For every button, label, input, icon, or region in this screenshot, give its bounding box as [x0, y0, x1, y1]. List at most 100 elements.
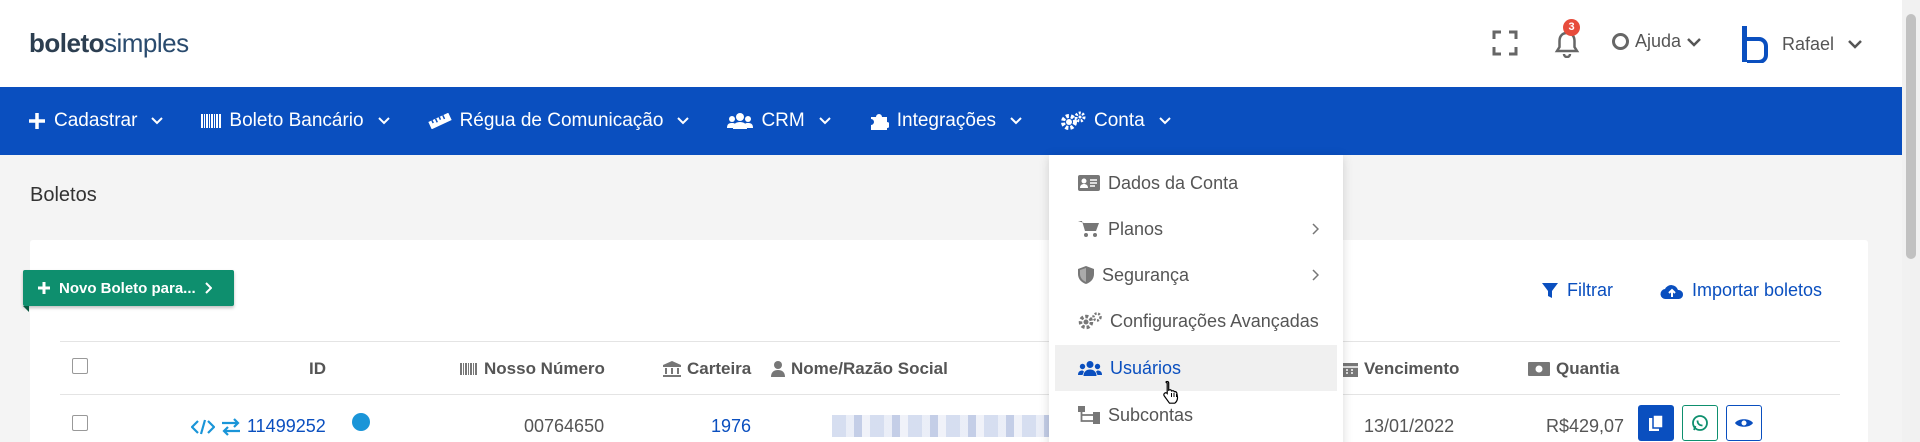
chevron-down-icon [377, 117, 390, 125]
conta-dropdown: Dados da Conta Planos Segurança Configur… [1049, 155, 1343, 442]
row-id[interactable]: 11499252 [247, 416, 326, 437]
th-nosso-numero[interactable]: Nosso Número [460, 359, 605, 379]
calendar-icon [1342, 363, 1358, 377]
th-label: Quantia [1556, 359, 1620, 378]
th-label: Carteira [687, 359, 752, 378]
row-quantia: R$429,07 [1546, 416, 1625, 436]
th-carteira[interactable]: Carteira [663, 359, 751, 379]
whatsapp-button[interactable] [1682, 405, 1718, 441]
chevron-down-icon [1848, 40, 1862, 49]
view-button[interactable] [1726, 405, 1762, 441]
filter-icon [1542, 282, 1558, 298]
plus-icon [29, 113, 45, 129]
chevron-down-icon [151, 117, 164, 125]
import-label: Importar boletos [1692, 280, 1823, 300]
scrollbar-thumb[interactable] [1906, 14, 1916, 259]
id-card-icon [1078, 175, 1100, 191]
menu-item-config-avancadas[interactable]: Configurações Avançadas [1055, 298, 1337, 344]
th-label: Nome/Razão Social [791, 359, 948, 378]
menu-item-seguranca[interactable]: Segurança [1055, 252, 1337, 298]
nav-crm[interactable]: CRM [727, 110, 831, 132]
menu-item-usuarios[interactable]: Usuários [1055, 345, 1337, 391]
new-boleto-button[interactable]: Novo Boleto para... [23, 270, 234, 312]
import-button[interactable]: Importar boletos [1660, 280, 1822, 301]
users-icon [1078, 361, 1102, 376]
th-vencimento[interactable]: Vencimento [1342, 359, 1459, 379]
logo[interactable]: boletosimples [29, 28, 189, 59]
fullscreen-icon[interactable] [1492, 30, 1518, 56]
avatar [1742, 26, 1768, 63]
menu-item-label: Configurações Avançadas [1110, 310, 1319, 331]
chevron-right-icon [204, 282, 212, 294]
th-quantia[interactable]: Quantia [1528, 359, 1619, 379]
row-carteira[interactable]: 1976 [711, 416, 751, 437]
whatsapp-icon [1692, 415, 1708, 431]
ribbon-fold [23, 306, 29, 312]
nav-label: Régua de Comunicação [459, 110, 664, 131]
puzzle-icon [870, 114, 889, 130]
chevron-down-icon [819, 117, 831, 125]
logo-light: simples [104, 28, 189, 58]
user-menu[interactable]: Rafael [1740, 25, 1862, 63]
th-label: Vencimento [1364, 359, 1460, 378]
logo-bold: boleto [29, 28, 105, 58]
chevron-down-icon [1159, 117, 1171, 125]
help-menu[interactable]: Ajuda [1612, 31, 1701, 52]
menu-item-label: Dados da Conta [1108, 172, 1239, 193]
table-header: ID Nosso Número Carteira Nome/Razão Soci… [60, 341, 1840, 395]
row-vencimento: 13/01/2022 [1364, 416, 1455, 436]
users-icon [727, 113, 754, 129]
th-id[interactable]: ID [309, 359, 326, 379]
nav-label: Conta [1094, 110, 1145, 131]
nav-label: Integrações [896, 110, 997, 131]
th-nome[interactable]: Nome/Razão Social [771, 359, 948, 379]
money-icon [1528, 362, 1550, 376]
nav-regua[interactable]: Régua de Comunicação [427, 110, 690, 132]
chevron-down-icon [1010, 117, 1022, 125]
help-label: Ajuda [1635, 31, 1682, 51]
notification-badge: 3 [1563, 19, 1580, 36]
copy-button[interactable] [1638, 405, 1674, 441]
copy-icon [1649, 414, 1664, 431]
bank-icon [663, 361, 681, 377]
chevron-right-icon [1312, 223, 1319, 235]
filter-button[interactable]: Filtrar [1541, 280, 1613, 301]
plus-icon [38, 282, 50, 294]
nav-label: Cadastrar [54, 110, 138, 131]
top-header: boletosimples 3 Ajuda Rafael [0, 0, 1902, 87]
menu-item-subcontas[interactable]: Subcontas [1055, 392, 1337, 438]
new-boleto-label: Novo Boleto para... [59, 279, 196, 297]
sitemap-icon [1078, 406, 1100, 424]
th-label: Nosso Número [484, 359, 605, 378]
select-all-checkbox[interactable] [72, 358, 88, 374]
eye-icon [1735, 419, 1753, 427]
menu-item-planos[interactable]: Planos [1055, 206, 1337, 252]
row-nosso-numero: 00764650 [524, 416, 605, 436]
user-icon [771, 361, 785, 377]
nav-label: Boleto Bancário [229, 110, 364, 131]
hand-cursor-icon [1163, 380, 1179, 404]
nav-cadastrar[interactable]: Cadastrar [28, 110, 164, 132]
nav-integracoes[interactable]: Integrações [869, 110, 1022, 132]
cloud-upload-icon [1660, 284, 1684, 299]
barcode-icon [460, 363, 477, 375]
barcode-icon [201, 114, 222, 128]
main-nav: Cadastrar Boleto Bancário Régua de Comun… [0, 87, 1902, 155]
gears-icon [1061, 111, 1086, 130]
nav-conta[interactable]: Conta [1060, 110, 1171, 132]
page-title: Boletos [30, 184, 97, 206]
vertical-scrollbar[interactable] [1902, 0, 1920, 442]
filter-label: Filtrar [1567, 280, 1613, 300]
user-name: Rafael [1782, 33, 1835, 54]
code-icon[interactable] [191, 419, 215, 435]
menu-item-label: Segurança [1102, 264, 1190, 285]
cart-icon [1078, 221, 1099, 237]
shield-icon [1078, 266, 1094, 284]
menu-item-dados-conta[interactable]: Dados da Conta [1055, 160, 1337, 206]
help-icon [1612, 33, 1629, 50]
row-checkbox[interactable] [72, 415, 88, 431]
chevron-right-icon [1312, 269, 1319, 281]
nav-boleto-bancario[interactable]: Boleto Bancário [201, 110, 390, 132]
exchange-icon[interactable] [221, 418, 241, 436]
table-row[interactable]: 11499252 00764650 1976 13/01/2022 R$429,… [60, 395, 1840, 442]
